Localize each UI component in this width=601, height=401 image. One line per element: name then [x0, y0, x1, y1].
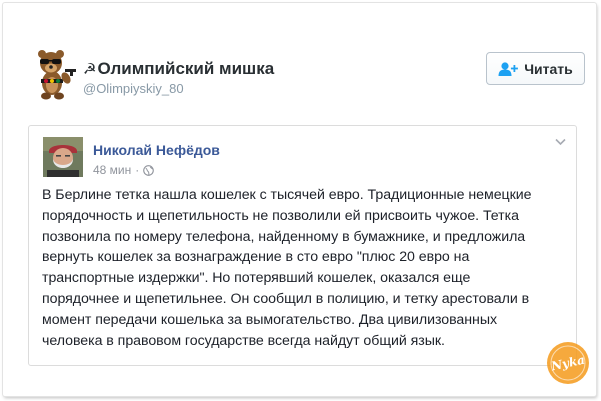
watermark-logo: Nyka	[546, 341, 590, 385]
post-time[interactable]: 48 мин	[93, 163, 131, 177]
author-photo	[43, 137, 83, 177]
olympic-bear-avatar[interactable]	[29, 45, 79, 100]
add-user-icon	[498, 61, 519, 76]
follow-button[interactable]: Читать	[486, 52, 585, 85]
globe-icon	[143, 164, 155, 176]
olympic-bear-icon	[38, 50, 76, 100]
post-text: В Берлине тетка нашла кошелек с тысячей …	[42, 187, 532, 349]
follow-button-label: Читать	[524, 60, 573, 77]
chevron-down-icon[interactable]	[555, 138, 566, 146]
meta-separator: ·	[135, 163, 140, 177]
watermark-text: Nyka	[549, 352, 587, 374]
display-name-text: Олимпийский мишка	[97, 59, 275, 78]
user-handle[interactable]: @Olimpiyskiy_80	[83, 81, 184, 96]
embedded-post: Николай Нефёдов 48 мин · В Берлине тетка…	[28, 125, 577, 366]
author-avatar[interactable]	[43, 137, 83, 177]
hammer-sickle-icon: ☭	[83, 61, 97, 78]
post-meta: 48 мин ·	[93, 163, 155, 177]
display-name[interactable]: ☭Олимпийский мишка	[83, 59, 274, 79]
tweet-card: ☭Олимпийский мишка @Olimpiyskiy_80 Читат…	[3, 3, 596, 396]
post-author-name[interactable]: Николай Нефёдов	[93, 142, 220, 158]
